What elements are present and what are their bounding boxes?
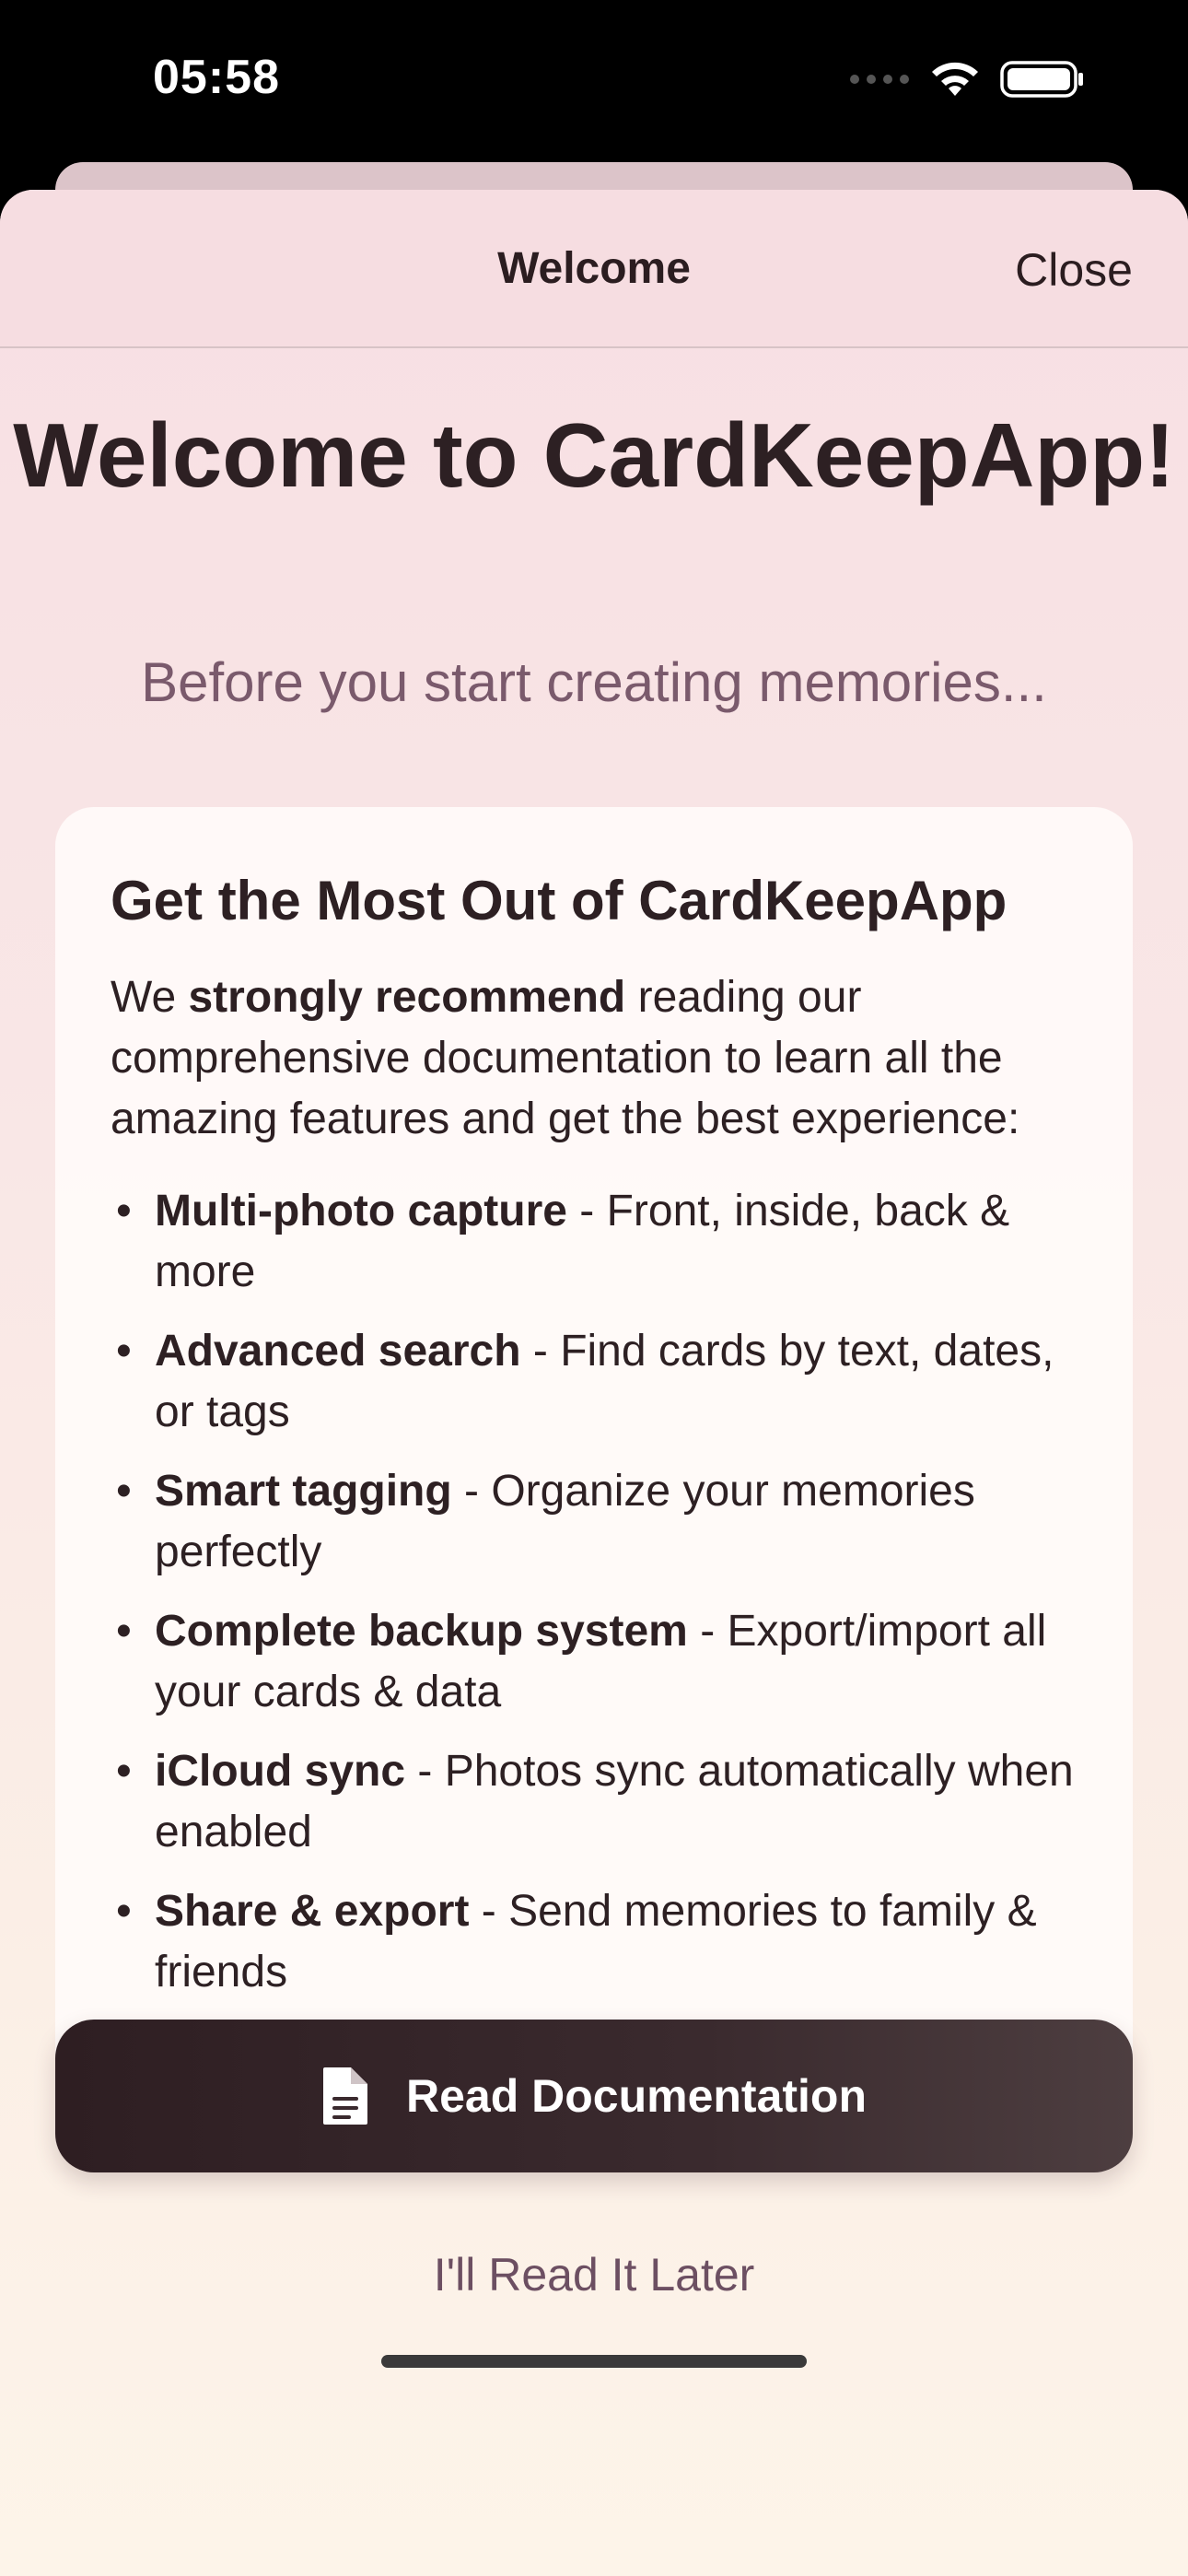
bullet-icon: • [116,1607,132,1656]
bullet-icon: • [116,1327,132,1376]
read-later-button[interactable]: I'll Read It Later [0,2248,1188,2301]
close-button[interactable]: Close [1015,243,1133,297]
hero-title: Welcome to CardKeepApp! [13,404,1175,506]
status-bar: 05:58 [0,0,1188,166]
wifi-icon [928,59,982,100]
feature-item: • Advanced search - Find cards by text, d… [111,1321,1077,1443]
feature-item: • Complete backup system - Export/import … [111,1601,1077,1723]
info-card: Get the Most Out of CardKeepApp We stron… [55,807,1133,2125]
read-documentation-label: Read Documentation [405,2070,868,2122]
nav-bar: Welcome Close [0,190,1188,348]
feature-name: iCloud sync [155,1747,406,1796]
status-time: 05:58 [153,51,280,104]
feature-name: Complete backup system [155,1607,688,1656]
card-intro-emphasis: strongly recommend [188,973,626,1022]
bullet-icon: • [116,1747,132,1796]
feature-list: • Multi-photo capture - Front, inside, ba… [111,1181,1077,2003]
home-indicator [381,2355,807,2368]
document-icon [321,2066,369,2126]
feature-item: • Smart tagging - Organize your memories … [111,1461,1077,1583]
card-intro: We strongly recommend reading our compre… [111,967,1077,1150]
battery-icon [1000,59,1085,100]
hero-subtitle: Before you start creating memories... [141,651,1047,713]
cellular-dots-icon [849,74,910,85]
feature-name: Multi-photo capture [155,1187,567,1235]
welcome-sheet: Welcome Close Welcome to CardKeepApp! Be… [0,190,1188,2576]
bullet-icon: • [116,1887,132,1936]
bullet-icon: • [116,1467,132,1516]
card-intro-lead: We [111,973,189,1022]
feature-item: • Multi-photo capture - Front, inside, ba… [111,1181,1077,1303]
feature-item: • iCloud sync - Photos sync automatically… [111,1741,1077,1863]
feature-name: Advanced search [155,1327,521,1376]
status-icons [849,59,1085,100]
nav-title: Welcome [497,244,691,293]
feature-item: • Share & export - Send memories to famil… [111,1881,1077,2003]
card-title: Get the Most Out of CardKeepApp [111,870,1007,931]
bullet-icon: • [116,1187,132,1235]
feature-name: Share & export [155,1887,470,1936]
feature-name: Smart tagging [155,1467,452,1516]
read-documentation-button[interactable]: Read Documentation [55,2020,1133,2172]
